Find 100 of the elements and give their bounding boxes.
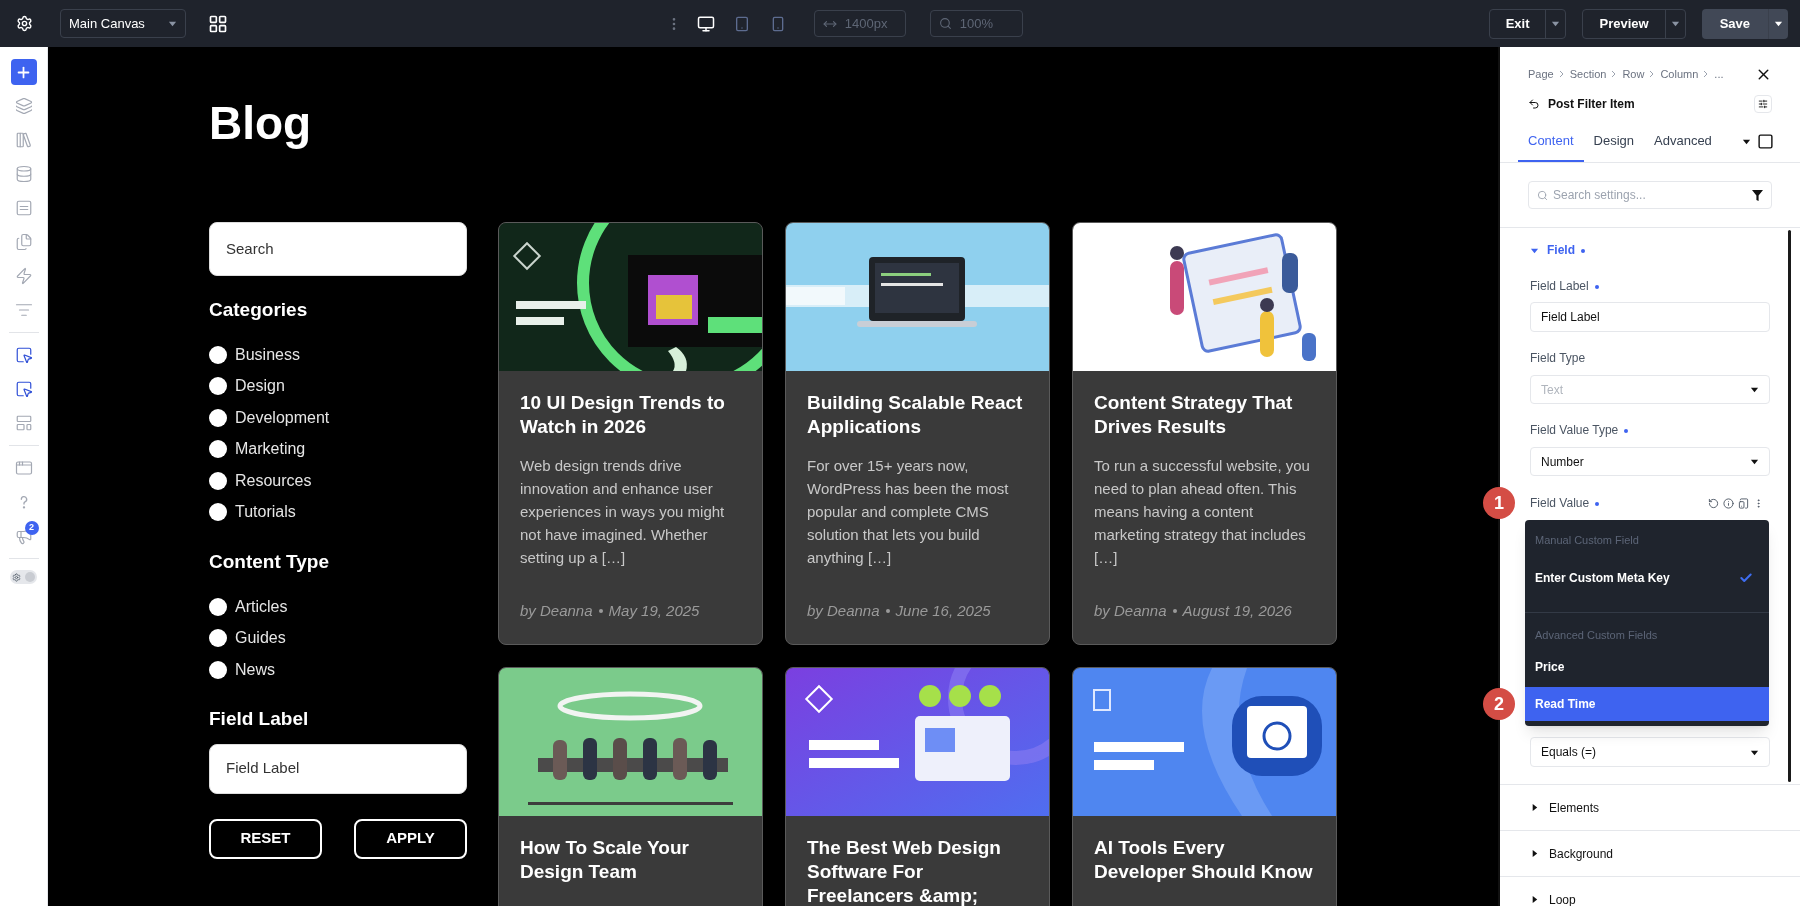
radio-button[interactable]: [209, 471, 227, 490]
page-title: Blog: [209, 96, 313, 151]
select-field[interactable]: Number: [1530, 447, 1770, 476]
caret-icon: [1750, 457, 1759, 466]
post-card[interactable]: AI Tools Every Developer Should Know: [1072, 667, 1337, 906]
panel-tab[interactable]: Advanced: [1644, 121, 1722, 162]
reset-icon[interactable]: [1708, 497, 1719, 509]
label-input[interactable]: Field Label: [209, 743, 467, 794]
split-button[interactable]: Save: [1701, 8, 1788, 39]
breadcrumb-link[interactable]: Section: [1569, 65, 1607, 83]
post-author: by Deanna: [807, 600, 880, 621]
filter-heading: Categories: [209, 298, 309, 322]
post-card[interactable]: 10 UI Design Trends to Watch in 2026 Web design trends drive innovation and enhance user experiences in ways you might not have imagined. Whether setting up a […] by Deanna May 19, 2025: [498, 222, 763, 645]
post-excerpt: For over 15+ years now, WordPress has been the most popular and complete CMS solution that lets you build anything […]: [807, 456, 1010, 568]
post-author: by Deanna: [520, 600, 593, 621]
menu-item[interactable]: Read Time: [1525, 687, 1769, 721]
search-field[interactable]: Search: [209, 222, 467, 276]
filter-button[interactable]: APPLY: [354, 818, 467, 859]
radio-button[interactable]: [209, 597, 227, 616]
search-icon: [1537, 189, 1548, 201]
field-label: Field Value Type: [1530, 420, 1770, 440]
field-label: Field Value: [1530, 494, 1600, 512]
tool-button[interactable]: 2: [8, 519, 39, 553]
scrollbar[interactable]: [1788, 230, 1791, 782]
post-title[interactable]: The Best Web Design Software For Freelancers &amp;: [807, 836, 1028, 906]
post-title[interactable]: AI Tools Every Developer Should Know: [1094, 836, 1315, 884]
step-badge: 1: [1483, 487, 1515, 519]
post-title[interactable]: 10 UI Design Trends to Watch in 2026: [520, 391, 741, 439]
post-title[interactable]: Building Scalable React Applications: [807, 391, 1028, 439]
back-arrow-icon[interactable]: [1528, 98, 1540, 110]
field-label: Field Type: [1530, 350, 1587, 367]
radio-button[interactable]: [209, 408, 227, 427]
breadcrumb-link[interactable]: ...: [1714, 65, 1724, 83]
collapsed-section[interactable]: Elements: [1500, 785, 1800, 831]
menu-group-heading: Advanced Custom Fields: [1534, 628, 1659, 643]
breadcrumb-link[interactable]: Row: [1622, 65, 1645, 83]
cursor-icon: [14, 346, 33, 364]
check-icon: [1739, 571, 1753, 585]
cursor-icon: [14, 380, 33, 398]
menu-item[interactable]: Price: [1525, 647, 1769, 687]
canvas-select[interactable]: Main Canvas: [60, 9, 186, 38]
template-icon: [14, 414, 33, 432]
split-button[interactable]: Preview: [1582, 8, 1686, 39]
select-field[interactable]: Equals (=): [1530, 737, 1770, 767]
square-icon[interactable]: [1757, 133, 1774, 150]
sliders-icon: [1758, 99, 1768, 109]
radio-button[interactable]: [209, 503, 227, 522]
caret-icon: [168, 19, 177, 28]
post-date: June 16, 2025: [895, 600, 991, 621]
lightning-icon: [14, 267, 33, 285]
module-title: Post Filter Item: [1548, 96, 1635, 113]
library-icon: [14, 131, 33, 149]
radio-label: Business: [235, 344, 300, 365]
radio-button[interactable]: [209, 377, 227, 396]
toggle-switch[interactable]: [10, 570, 37, 584]
chevron-icon: [1703, 70, 1710, 78]
post-title[interactable]: Content Strategy That Drives Results: [1094, 391, 1315, 439]
menu-group-heading: Manual Custom Field: [1534, 533, 1640, 548]
breadcrumb-link[interactable]: Page: [1528, 65, 1554, 83]
info-icon[interactable]: [1723, 497, 1734, 509]
radio-button[interactable]: [209, 660, 227, 679]
radio-label: Articles: [235, 596, 288, 617]
menu-item[interactable]: Enter Custom Meta Key: [1525, 552, 1769, 604]
filter-icon[interactable]: [1752, 189, 1763, 201]
add-button[interactable]: [10, 59, 37, 85]
responsive-icon[interactable]: [1738, 497, 1749, 509]
section-header[interactable]: Field: [1530, 228, 1770, 260]
split-button[interactable]: Exit: [1488, 8, 1567, 39]
post-title[interactable]: How To Scale Your Design Team: [520, 836, 741, 884]
post-card[interactable]: Building Scalable React Applications For over 15+ years now, WordPress has been the most popular and complete CMS solution that lets you build anything […] by Deanna June 16, 2025: [785, 222, 1050, 645]
post-card[interactable]: The Best Web Design Software For Freelancers &amp;: [785, 667, 1050, 906]
chevron-icon: [1611, 70, 1618, 78]
post-date: May 19, 2025: [608, 600, 700, 621]
panel-tab[interactable]: Content: [1518, 121, 1584, 162]
radio-button[interactable]: [209, 345, 227, 364]
options-button[interactable]: [1754, 95, 1772, 113]
radio-label: Resources: [235, 470, 312, 491]
panel-tab[interactable]: Design: [1583, 121, 1644, 162]
text-input[interactable]: Field Label: [1530, 302, 1770, 332]
layers-icon: [14, 97, 33, 115]
form-icon: [14, 199, 33, 217]
radio-label: News: [235, 659, 275, 680]
radio-button[interactable]: [209, 629, 227, 648]
post-card[interactable]: Content Strategy That Drives Results To run a successful website, you need to plan ahead often. This means having a content marketing strategy that includes […] by Deanna August 19, 2026: [1072, 222, 1337, 645]
radio-label: Design: [235, 376, 285, 397]
collapsed-section[interactable]: Loop: [1500, 877, 1800, 906]
search-icon: [938, 17, 952, 30]
caret-icon: [1742, 137, 1751, 146]
radio-label: Development: [235, 407, 330, 428]
radio-label: Tutorials: [235, 502, 296, 523]
collapsed-section[interactable]: Background: [1500, 831, 1800, 877]
post-excerpt: To run a successful website, you need to plan ahead often. This means having a content marketing strategy that includes […]: [1094, 456, 1311, 568]
post-excerpt: Web design trends drive innovation and enhance user experiences in ways you might not have imagined. Whether setting up a […]: [520, 456, 726, 568]
caret-icon: [1750, 385, 1759, 394]
database-icon: [14, 165, 33, 183]
breadcrumb-link[interactable]: Column: [1660, 65, 1699, 83]
caret-icon: [1530, 803, 1539, 812]
radio-button[interactable]: [209, 440, 227, 459]
filter-button[interactable]: RESET: [209, 818, 322, 859]
post-card[interactable]: How To Scale Your Design Team: [498, 667, 763, 906]
